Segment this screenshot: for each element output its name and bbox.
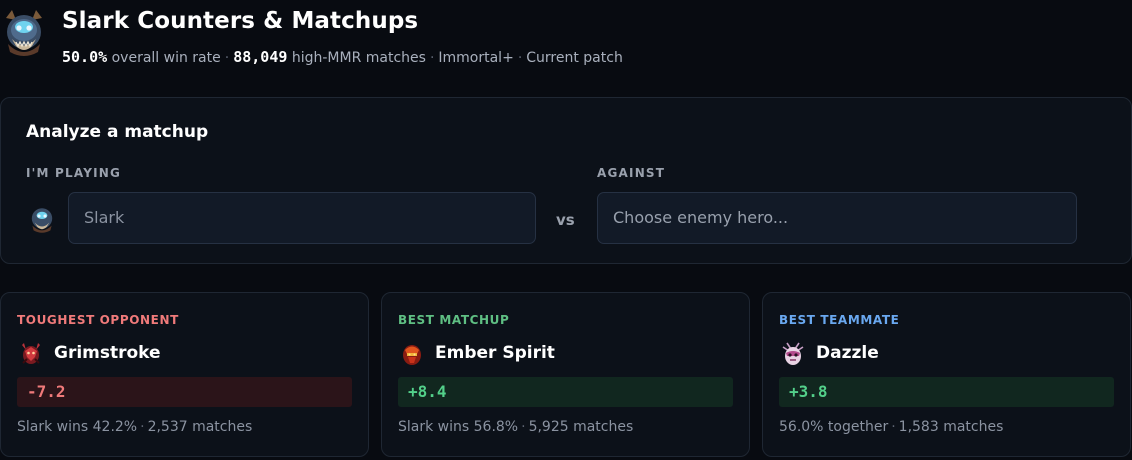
ember-spirit-icon: [403, 345, 421, 365]
card-footer-matches: 1,583 matches: [898, 419, 1004, 435]
card-footer: 56.0% together · 1,583 matches: [779, 419, 1004, 435]
win-rate-value: 50.0%: [62, 48, 108, 66]
patch-label: Current patch: [526, 50, 623, 66]
vs-label: vs: [556, 211, 575, 229]
dazzle-icon: [782, 342, 804, 365]
delta-value: +8.4: [398, 377, 733, 407]
delta-value: -7.2: [17, 377, 352, 407]
analyze-title: Analyze a matchup: [26, 122, 209, 142]
card-footer: Slark wins 42.2% · 2,537 matches: [17, 419, 253, 435]
card-footer-matches: 5,925 matches: [528, 419, 634, 435]
card-footer-winrate: Slark wins 42.2%: [17, 419, 138, 435]
card-hero-name: Grimstroke: [54, 343, 161, 363]
card-label: BEST TEAMMATE: [779, 313, 900, 327]
card-footer-matches: 2,537 matches: [147, 419, 253, 435]
card-footer-winrate: Slark wins 56.8%: [398, 419, 519, 435]
toughest-opponent-card[interactable]: TOUGHEST OPPONENT Grimstroke -7.2 Slark …: [0, 292, 369, 457]
playing-hero-select[interactable]: Slark: [68, 192, 536, 244]
slark-small-icon: [31, 208, 53, 233]
playing-label: I'M PLAYING: [26, 166, 122, 180]
card-label: BEST MATCHUP: [398, 313, 510, 327]
card-footer: Slark wins 56.8% · 5,925 matches: [398, 419, 634, 435]
delta-value: +3.8: [779, 377, 1114, 407]
enemy-hero-select[interactable]: Choose enemy hero...: [597, 192, 1077, 244]
card-label: TOUGHEST OPPONENT: [17, 313, 179, 327]
best-teammate-card[interactable]: BEST TEAMMATE Dazzle +3.8 56.0% together…: [762, 292, 1131, 457]
card-footer-winrate: 56.0% together: [779, 419, 889, 435]
page-title: Slark Counters & Matchups: [62, 8, 419, 34]
against-label: AGAINST: [597, 166, 666, 180]
page-subtitle: 50.0% overall win rate · 88,049 high-MMR m…: [62, 48, 623, 66]
bracket-label: Immortal+: [438, 50, 514, 66]
grimstroke-icon: [22, 343, 40, 364]
match-count-label: high-MMR matches: [291, 50, 426, 66]
page-header: Slark Counters & Matchups 50.0% overall …: [0, 0, 1132, 80]
analyze-matchup-panel: Analyze a matchup I'M PLAYING Slark vs A…: [0, 97, 1132, 264]
win-rate-label: overall win rate: [111, 50, 221, 66]
best-matchup-card[interactable]: BEST MATCHUP Ember Spirit +8.4 Slark win…: [381, 292, 750, 457]
card-hero-name: Ember Spirit: [435, 343, 555, 363]
card-hero-name: Dazzle: [816, 343, 879, 363]
match-count-value: 88,049: [233, 48, 288, 66]
slark-portrait-icon: [6, 10, 42, 56]
